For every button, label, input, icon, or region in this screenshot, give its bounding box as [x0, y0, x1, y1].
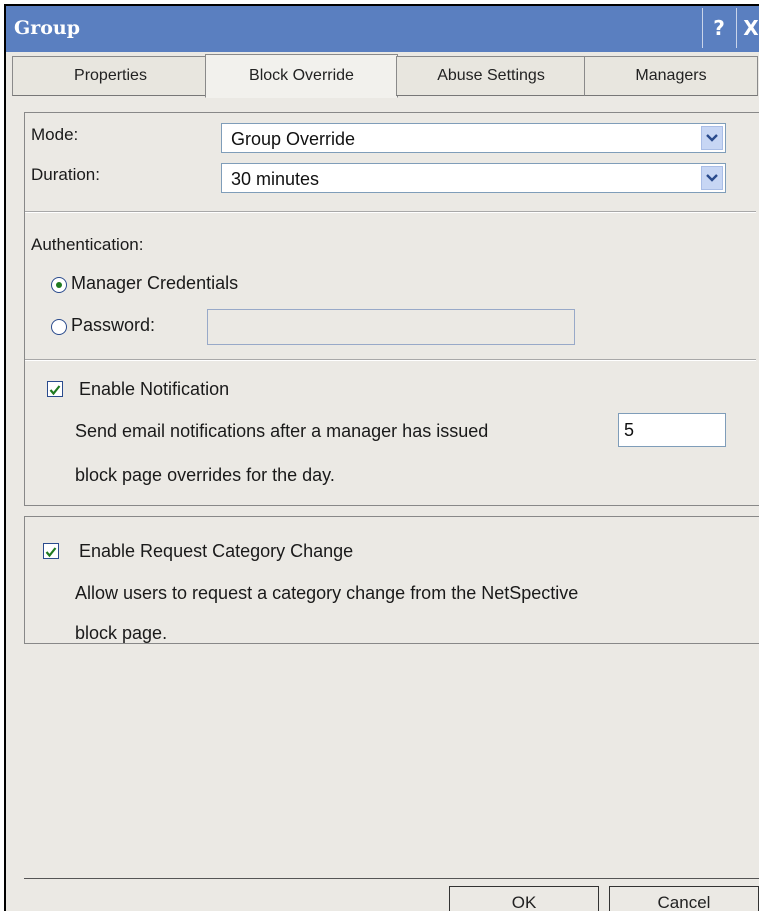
password-label[interactable]: Password:: [71, 315, 155, 336]
chevron-down-icon[interactable]: [701, 166, 723, 190]
password-radio[interactable]: [51, 319, 67, 335]
enable-notification-checkbox[interactable]: [47, 381, 63, 397]
title-bar[interactable]: Group ? X: [6, 6, 759, 53]
duration-select[interactable]: 30 minutes: [221, 163, 726, 193]
notification-text-cont: block page overrides for the day.: [75, 465, 335, 485]
tab-bar: Properties Block Override Abuse Settings…: [6, 52, 759, 100]
divider: [25, 211, 756, 213]
tab-properties[interactable]: Properties: [12, 56, 209, 96]
footer-divider: [24, 878, 759, 879]
notification-text: Send email notifications after a manager…: [75, 421, 489, 441]
help-button[interactable]: ?: [702, 8, 735, 48]
mode-label: Mode:: [31, 125, 79, 144]
ok-button[interactable]: OK: [449, 886, 599, 911]
group-dialog: Group ? X Properties Block Override Abus…: [4, 4, 759, 911]
duration-value: 30 minutes: [231, 169, 320, 189]
authentication-label: Authentication:: [31, 235, 144, 254]
checkmark-icon: [49, 385, 61, 396]
enable-category-change-checkbox[interactable]: [43, 543, 59, 559]
category-change-text: Allow users to request a category change…: [75, 583, 579, 603]
tab-block-override[interactable]: Block Override: [205, 54, 398, 98]
checkmark-icon: [45, 547, 57, 558]
category-change-text-cont: block page.: [75, 623, 168, 643]
chevron-down-icon[interactable]: [701, 126, 723, 150]
tab-managers[interactable]: Managers: [584, 56, 758, 96]
duration-label: Duration:: [31, 165, 100, 184]
radio-selected-dot: [56, 282, 62, 288]
mode-value: Group Override: [231, 129, 356, 149]
manager-credentials-radio[interactable]: [51, 277, 67, 293]
divider: [25, 359, 756, 361]
category-change-panel: Enable Request Category Change Allow use…: [24, 516, 759, 644]
password-field[interactable]: [207, 309, 575, 345]
mode-select[interactable]: Group Override: [221, 123, 726, 153]
cancel-button[interactable]: Cancel: [609, 886, 759, 911]
help-icon: ?: [713, 16, 725, 40]
override-count-input[interactable]: 5: [618, 413, 726, 447]
tab-abuse-settings[interactable]: Abuse Settings: [396, 56, 586, 96]
close-icon: X: [743, 16, 759, 40]
enable-category-change-label[interactable]: Enable Request Category Change: [79, 541, 353, 562]
dialog-title: Group: [14, 17, 81, 39]
manager-credentials-label[interactable]: Manager Credentials: [71, 273, 238, 294]
block-override-panel: Mode: Group Override Duration: 30 minute…: [24, 112, 759, 506]
enable-notification-label[interactable]: Enable Notification: [79, 379, 229, 400]
close-button[interactable]: X: [736, 8, 759, 48]
